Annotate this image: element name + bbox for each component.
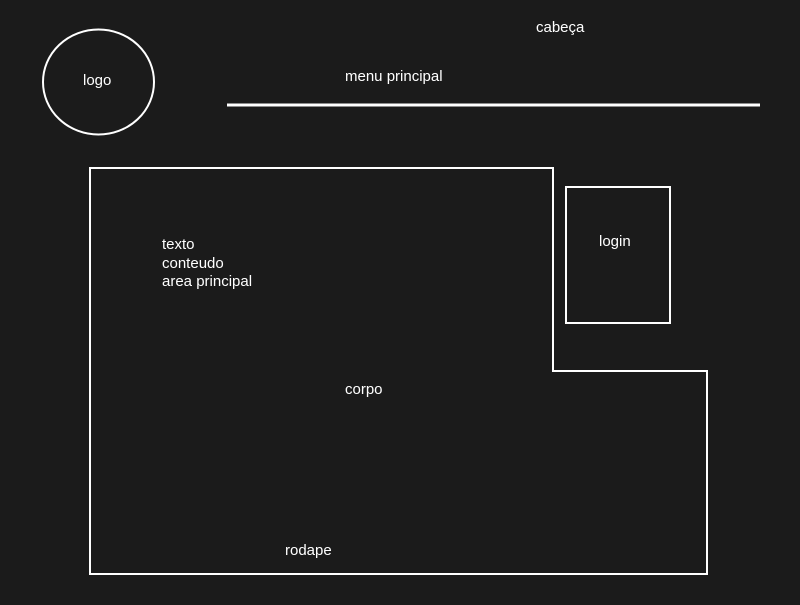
footer-label: rodape [285, 542, 332, 559]
logo-label: logo [83, 72, 112, 89]
login-label: login [599, 233, 631, 250]
wireframe-canvas: cabeça logo menu principal texto conteud… [0, 0, 800, 600]
wireframe-drawing [42, 28, 760, 575]
main-menu-label: menu principal [345, 68, 443, 85]
header-label: cabeça [536, 19, 585, 36]
login-box [565, 186, 671, 324]
body-label: corpo [345, 381, 383, 398]
content-text-label: texto conteudo area principal [162, 236, 253, 290]
body-outline [89, 167, 708, 575]
